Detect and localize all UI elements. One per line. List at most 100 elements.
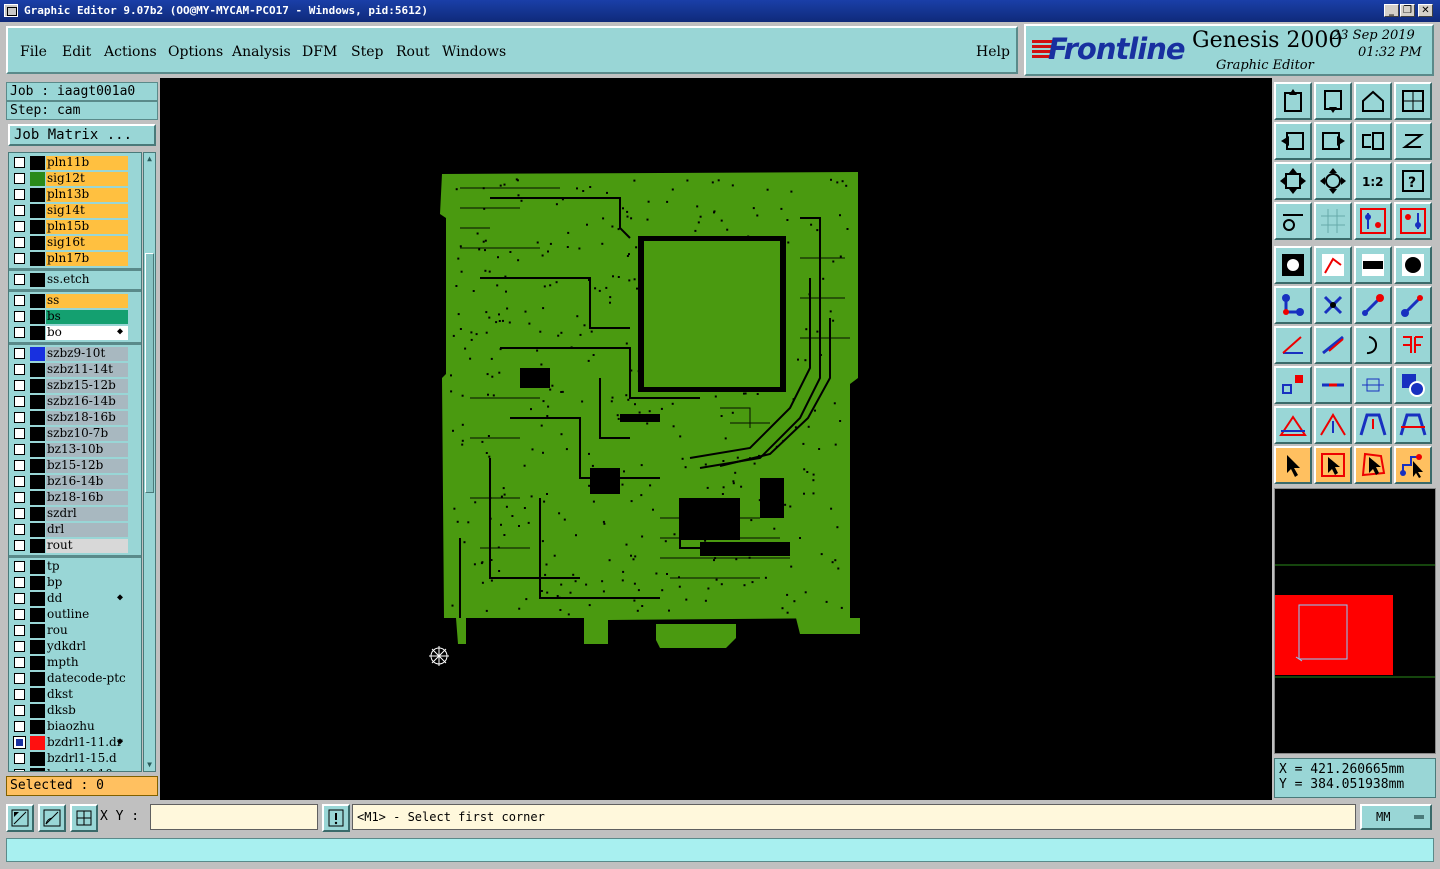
layer-checkbox[interactable]: [14, 460, 25, 471]
app-icon[interactable]: [4, 4, 18, 17]
layer-checkbox[interactable]: [14, 508, 25, 519]
zoom-fit-button[interactable]: [1274, 162, 1312, 200]
menu-file[interactable]: File: [20, 44, 47, 60]
zoom-center-button[interactable]: [1314, 162, 1352, 200]
layer-color-swatch[interactable]: [30, 672, 45, 686]
layer-name[interactable]: pln15b: [46, 220, 128, 234]
layer-row[interactable]: dkst: [9, 687, 141, 703]
layer-checkbox[interactable]: [14, 295, 25, 306]
layer-row[interactable]: bzdrl1-15.d: [9, 751, 141, 767]
layer-color-swatch[interactable]: [30, 252, 45, 266]
layer-row[interactable]: bs: [9, 309, 141, 325]
layer-checkbox[interactable]: [14, 444, 25, 455]
scroll-thumb[interactable]: [145, 253, 154, 493]
layer-color-swatch[interactable]: [30, 624, 45, 638]
layer-color-swatch[interactable]: [30, 411, 45, 425]
net-compare-button[interactable]: [1394, 202, 1432, 240]
layer-name[interactable]: dksb: [46, 704, 128, 718]
layer-checkbox[interactable]: [14, 396, 25, 407]
menu-help[interactable]: Help: [976, 44, 1010, 60]
layer-row[interactable]: sig12t: [9, 171, 141, 187]
layer-row[interactable]: sig14t: [9, 203, 141, 219]
layer-name[interactable]: ss: [46, 294, 128, 308]
graphic-canvas[interactable]: [160, 78, 1272, 800]
surface-button[interactable]: [1314, 246, 1352, 284]
layer-color-swatch[interactable]: [30, 204, 45, 218]
layer-row[interactable]: szbz9-10t: [9, 346, 141, 362]
layer-row[interactable]: szbz15-12b: [9, 378, 141, 394]
layer-row[interactable]: drl: [9, 522, 141, 538]
layer-name[interactable]: bs: [46, 310, 128, 324]
layer-color-swatch[interactable]: [30, 475, 45, 489]
layer-name[interactable]: pln13b: [46, 188, 128, 202]
layer-checkbox[interactable]: [14, 311, 25, 322]
pcb-board-view[interactable]: [160, 78, 1272, 800]
layer-name[interactable]: rou: [46, 624, 128, 638]
pad-add-button[interactable]: [1394, 286, 1432, 324]
layer-name[interactable]: bzdrl1-15.d: [46, 752, 128, 766]
ruler-button[interactable]: [1354, 246, 1392, 284]
layer-color-swatch[interactable]: [30, 736, 45, 750]
layer-row[interactable]: szbz16-14b: [9, 394, 141, 410]
layer-row[interactable]: bz13-10b: [9, 442, 141, 458]
layer-row[interactable]: mpth: [9, 655, 141, 671]
layer-color-swatch[interactable]: [30, 491, 45, 505]
layer-name[interactable]: ydkdrl: [46, 640, 128, 654]
slope-button[interactable]: [1314, 326, 1352, 364]
menu-windows[interactable]: Windows: [442, 44, 506, 60]
layer-color-swatch[interactable]: [30, 326, 45, 340]
layer-row[interactable]: pln15b: [9, 219, 141, 235]
layer-color-swatch[interactable]: [30, 347, 45, 361]
layer-name[interactable]: dkst: [46, 688, 128, 702]
layer-row[interactable]: bz18-16b: [9, 490, 141, 506]
layer-color-swatch[interactable]: [30, 752, 45, 766]
menu-rout[interactable]: Rout: [396, 44, 430, 60]
layer-row[interactable]: sig16t: [9, 235, 141, 251]
layer-color-swatch[interactable]: [30, 507, 45, 521]
layer-row[interactable]: bzdrl18-10: [9, 767, 141, 771]
layer-color-swatch[interactable]: [30, 688, 45, 702]
layer-row[interactable]: szbz11-14t: [9, 362, 141, 378]
layer-checkbox[interactable]: [14, 753, 25, 764]
layer-name[interactable]: bz16-14b: [46, 475, 128, 489]
layer-row[interactable]: tp: [9, 559, 141, 575]
layer-checkbox[interactable]: [14, 237, 25, 248]
unit-select[interactable]: MM: [1360, 804, 1432, 830]
layer-color-swatch[interactable]: [30, 395, 45, 409]
layer-checkbox[interactable]: [14, 173, 25, 184]
measure-button[interactable]: [1274, 202, 1312, 240]
layer-color-swatch[interactable]: [30, 310, 45, 324]
layer-checkbox[interactable]: [14, 348, 25, 359]
query-button[interactable]: ?: [1394, 162, 1432, 200]
flip-button[interactable]: [1394, 326, 1432, 364]
layer-name[interactable]: bzdrl18-10: [46, 768, 128, 771]
triangle-1-button[interactable]: [1274, 406, 1312, 444]
layer-checkbox[interactable]: [14, 253, 25, 264]
layer-checkbox[interactable]: [14, 412, 25, 423]
menu-edit[interactable]: Edit: [62, 44, 91, 60]
layer-row[interactable]: biaozhu: [9, 719, 141, 735]
layer-color-swatch[interactable]: [30, 704, 45, 718]
layer-checkbox[interactable]: [14, 221, 25, 232]
layer-row[interactable]: szbz10-7b: [9, 426, 141, 442]
layer-checkbox[interactable]: [14, 476, 25, 487]
close-button[interactable]: ✕: [1418, 4, 1433, 17]
scroll-up-icon[interactable]: ▲: [145, 154, 154, 164]
job-matrix-button[interactable]: Job Matrix ...: [8, 124, 156, 146]
layer-color-swatch[interactable]: [30, 539, 45, 553]
line-add-button[interactable]: [1354, 286, 1392, 324]
layer-color-swatch[interactable]: [30, 560, 45, 574]
select-poly-button[interactable]: [1354, 446, 1392, 484]
restore-button[interactable]: ❐: [1400, 4, 1415, 17]
layer-row[interactable]: pln13b: [9, 187, 141, 203]
layer-checkbox[interactable]: [14, 274, 25, 285]
home-button[interactable]: [1354, 82, 1392, 120]
menu-analysis[interactable]: Analysis: [232, 44, 291, 60]
layer-checkbox[interactable]: [14, 364, 25, 375]
layer-checkbox[interactable]: [14, 657, 25, 668]
menu-options[interactable]: Options: [168, 44, 223, 60]
scale-one-button[interactable]: 1:2: [1354, 162, 1392, 200]
layer-row[interactable]: ydkdrl: [9, 639, 141, 655]
layer-name[interactable]: szbz18-16b: [46, 411, 128, 425]
layer-row[interactable]: datecode-ptc: [9, 671, 141, 687]
